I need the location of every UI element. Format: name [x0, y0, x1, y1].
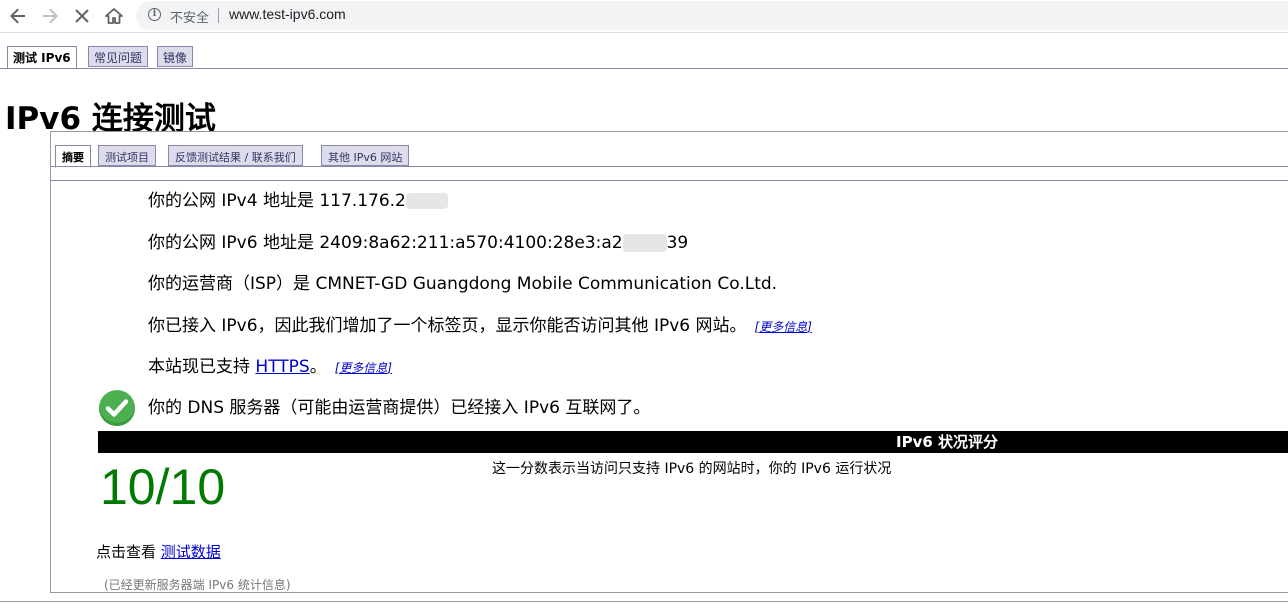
ipv4-address-line: 你的公网 IPv4 地址是 117.176.2 — [148, 186, 448, 211]
tab-tests[interactable]: 测试项目 — [98, 145, 156, 166]
tab-summary[interactable]: 摘要 — [55, 145, 91, 168]
browser-toolbar: i 不安全 www.test-ipv6.com — [0, 0, 1288, 33]
click-view-line: 点击查看 测试数据 — [96, 541, 221, 562]
tab-test-ipv6[interactable]: 测试 IPv6 — [7, 46, 77, 69]
score-value: 10/10 — [100, 459, 226, 515]
info-icon[interactable]: i — [148, 8, 161, 21]
tabs-divider — [0, 68, 1288, 69]
https-link[interactable]: HTTPS — [255, 357, 309, 377]
tab-other-sites[interactable]: 其他 IPv6 网站 — [321, 145, 410, 166]
score-header-bar: IPv6 状况评分 — [98, 431, 1288, 453]
ipv6-address-line: 你的公网 IPv6 地址是 2409:8a62:211:a570:4100:28… — [148, 228, 688, 253]
home-icon[interactable] — [102, 4, 126, 28]
https-prefix: 本站现已支持 — [148, 357, 256, 377]
click-view-prefix: 点击查看 — [96, 543, 161, 561]
score-header: IPv6 状况评分 — [896, 433, 999, 451]
insecure-label: 不安全 — [170, 11, 210, 26]
ipv6-tab-note: 你已接入 IPv6，因此我们增加了一个标签页，显示你能否访问其他 IPv6 网站… — [148, 316, 747, 336]
tab-feedback[interactable]: 反馈测试结果 / 联系我们 — [168, 145, 303, 166]
check-icon — [99, 390, 135, 426]
test-data-link[interactable]: 测试数据 — [161, 543, 221, 561]
https-line: 本站现已支持 HTTPS。更多信息 — [148, 352, 392, 377]
stop-icon[interactable] — [70, 4, 94, 28]
sub-tabs-divider — [51, 166, 1288, 167]
tab-faq[interactable]: 常见问题 — [88, 46, 149, 67]
stats-updated-note: (已经更新服务器端 IPv6 统计信息) — [104, 578, 291, 592]
score-description: 这一分数表示当访问只支持 IPv6 的网站时，你的 IPv6 运行状况 — [492, 461, 892, 477]
ipv6-tab-note-line: 你已接入 IPv6，因此我们增加了一个标签页，显示你能否访问其他 IPv6 网站… — [148, 311, 812, 336]
ipv6-address-text: 你的公网 IPv6 地址是 2409:8a62:211:a570:4100:28… — [148, 233, 623, 253]
ipv4-address-text: 你的公网 IPv4 地址是 117.176.2 — [148, 191, 406, 211]
url-text[interactable]: www.test-ipv6.com — [229, 6, 346, 22]
redacted-block — [622, 234, 667, 252]
bottom-divider — [0, 601, 1288, 602]
dns-note-line: 你的 DNS 服务器（可能由运营商提供）已经接入 IPv6 互联网了。 — [148, 398, 651, 418]
redacted-block — [405, 193, 448, 209]
more-info-link[interactable]: 更多信息 — [335, 361, 392, 375]
separator — [218, 8, 219, 23]
isp-line: 你的运营商（ISP）是 CMNET-GD Guangdong Mobile Co… — [148, 274, 778, 294]
https-suffix: 。 — [309, 357, 327, 377]
more-info-link[interactable]: 更多信息 — [755, 320, 812, 334]
tab-mirrors[interactable]: 镜像 — [157, 46, 194, 67]
ipv6-address-suffix: 39 — [666, 233, 689, 253]
address-bar[interactable]: i 不安全 www.test-ipv6.com — [136, 1, 1288, 30]
back-icon[interactable] — [6, 4, 30, 28]
forward-icon[interactable] — [38, 4, 62, 28]
sub-tabs-divider-lower — [51, 180, 1288, 181]
